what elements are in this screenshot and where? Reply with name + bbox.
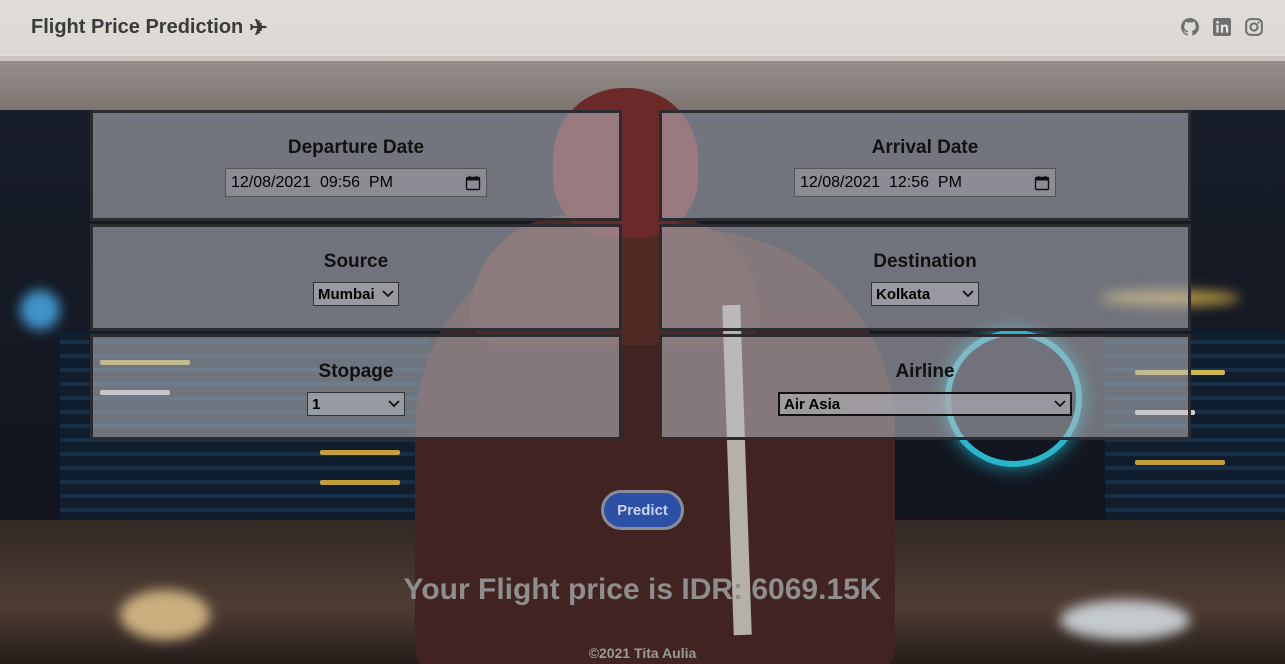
predict-button[interactable]: Predict <box>601 490 684 530</box>
arrival-label: Arrival Date <box>871 137 979 158</box>
calendar-icon[interactable] <box>465 175 481 191</box>
destination-panel: Destination Kolkata <box>659 224 1191 331</box>
departure-date-value: 12/08/2021 09:56 PM <box>231 173 393 191</box>
github-icon[interactable] <box>1181 18 1199 36</box>
airline-value: Air Asia <box>784 395 841 413</box>
stopage-select[interactable]: 1 <box>307 392 405 416</box>
brand-title: Flight Price Prediction <box>31 16 244 38</box>
chevron-down-icon <box>388 400 400 408</box>
source-select[interactable]: Mumbai <box>313 282 399 306</box>
brand-link[interactable]: Flight Price Prediction ✈ <box>31 16 268 39</box>
calendar-icon[interactable] <box>1034 175 1050 191</box>
destination-value: Kolkata <box>876 285 931 303</box>
stopage-label: Stopage <box>318 361 394 382</box>
airline-panel: Airline Air Asia <box>659 334 1191 440</box>
arrival-date-value: 12/08/2021 12:56 PM <box>800 173 962 191</box>
source-value: Mumbai <box>318 285 375 303</box>
departure-label: Departure Date <box>287 137 425 158</box>
stopage-value: 1 <box>312 395 321 413</box>
chevron-down-icon <box>382 290 394 298</box>
destination-label: Destination <box>873 251 977 272</box>
arrival-panel: Arrival Date 12/08/2021 12:56 PM <box>659 110 1191 221</box>
airline-label: Airline <box>895 361 955 382</box>
departure-date-input[interactable]: 12/08/2021 09:56 PM <box>225 168 487 197</box>
social-links <box>1181 18 1263 36</box>
footer-copyright: ©2021 Tita Aulia <box>588 645 697 661</box>
destination-select[interactable]: Kolkata <box>871 282 979 306</box>
arrival-date-input[interactable]: 12/08/2021 12:56 PM <box>794 168 1056 197</box>
stopage-panel: Stopage 1 <box>90 334 622 440</box>
source-label: Source <box>323 251 389 272</box>
prediction-result: Your Flight price is IDR: 6069.15K <box>403 573 882 606</box>
departure-panel: Departure Date 12/08/2021 09:56 PM <box>90 110 622 221</box>
navbar: Flight Price Prediction ✈ <box>0 0 1285 56</box>
instagram-icon[interactable] <box>1245 18 1263 36</box>
linkedin-icon[interactable] <box>1213 18 1231 36</box>
background-image <box>0 0 1285 664</box>
airplane-icon: ✈ <box>249 14 268 40</box>
chevron-down-icon <box>962 290 974 298</box>
source-panel: Source Mumbai <box>90 224 622 331</box>
airline-select[interactable]: Air Asia <box>778 392 1072 416</box>
chevron-down-icon <box>1054 400 1066 408</box>
